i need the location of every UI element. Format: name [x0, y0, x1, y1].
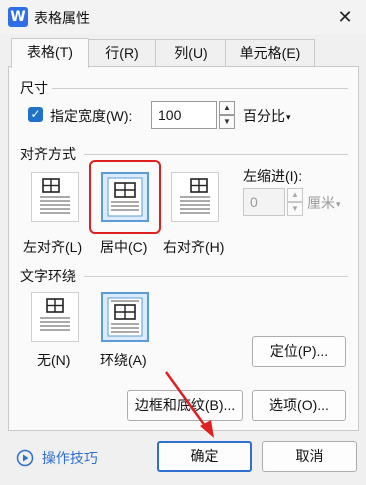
tips-label: 操作技巧 — [41, 450, 98, 466]
alignment-divider — [84, 154, 348, 155]
chevron-down-icon: ▾ — [286, 111, 291, 122]
tips-link[interactable]: 操作技巧 — [16, 448, 98, 468]
wrap-around-label: 环绕(A) — [100, 352, 147, 368]
wrap-section-heading: 文字环绕 — [20, 268, 76, 284]
tab-cell[interactable]: 单元格(E) — [225, 39, 315, 67]
dialog-title: 表格属性 — [34, 10, 90, 26]
options-button[interactable]: 选项(O)... — [252, 390, 346, 421]
indent-unit-value: 厘米 — [307, 195, 335, 211]
align-left-icon — [40, 178, 70, 214]
left-indent-label: 左缩进(I): — [243, 168, 303, 184]
align-right-label: 右对齐(H) — [163, 239, 225, 255]
width-spin-down[interactable]: ▼ — [219, 115, 235, 129]
wrap-around-icon — [107, 297, 143, 337]
size-section-heading: 尺寸 — [20, 80, 48, 96]
position-button[interactable]: 定位(P)... — [252, 336, 346, 367]
align-left-label: 左对齐(L) — [23, 239, 83, 255]
tab-row[interactable]: 行(R) — [87, 39, 157, 67]
indent-spin-down[interactable]: ▼ — [287, 202, 303, 216]
cancel-button[interactable]: 取消 — [262, 441, 357, 472]
left-indent-input[interactable]: 0 — [243, 188, 285, 216]
play-circle-icon — [16, 449, 34, 467]
wrap-none-icon — [40, 298, 70, 331]
align-right-option[interactable] — [171, 172, 219, 222]
tab-table[interactable]: 表格(T) — [11, 38, 89, 68]
wrap-divider — [84, 276, 348, 277]
ok-button[interactable]: 确定 — [157, 441, 252, 472]
indent-spin-up[interactable]: ▲ — [287, 188, 303, 202]
specify-width-label: 指定宽度(W): — [50, 108, 133, 124]
width-unit-value: 百分比 — [243, 108, 285, 124]
align-right-icon — [180, 178, 210, 214]
alignment-section-heading: 对齐方式 — [20, 146, 76, 162]
specify-width-checkbox[interactable]: ✓ — [28, 107, 43, 122]
red-highlight-box — [89, 160, 161, 234]
wrap-none-option[interactable] — [31, 292, 79, 342]
close-icon[interactable]: ✕ — [332, 4, 358, 30]
width-unit-select[interactable]: 百分比▾ — [243, 106, 291, 126]
align-center-label: 居中(C) — [100, 239, 148, 255]
width-spin-up[interactable]: ▲ — [219, 101, 235, 115]
tab-column[interactable]: 列(U) — [155, 39, 227, 67]
red-annotation-arrow — [164, 371, 214, 438]
wrap-none-label: 无(N) — [37, 352, 71, 368]
size-divider — [52, 88, 348, 89]
align-left-option[interactable] — [31, 172, 79, 222]
width-value-input[interactable]: 100 — [151, 101, 217, 129]
indent-unit-select[interactable]: 厘米▾ — [307, 193, 341, 213]
wrap-around-option[interactable] — [101, 292, 149, 342]
wps-writer-logo-icon: W — [8, 7, 28, 27]
table-properties-dialog: W 表格属性 ✕ 表格(T) 行(R) 列(U) 单元格(E) 尺寸 ✓ 指定宽… — [0, 0, 366, 485]
title-bar: W 表格属性 ✕ — [0, 0, 366, 34]
chevron-down-icon: ▾ — [336, 198, 341, 209]
